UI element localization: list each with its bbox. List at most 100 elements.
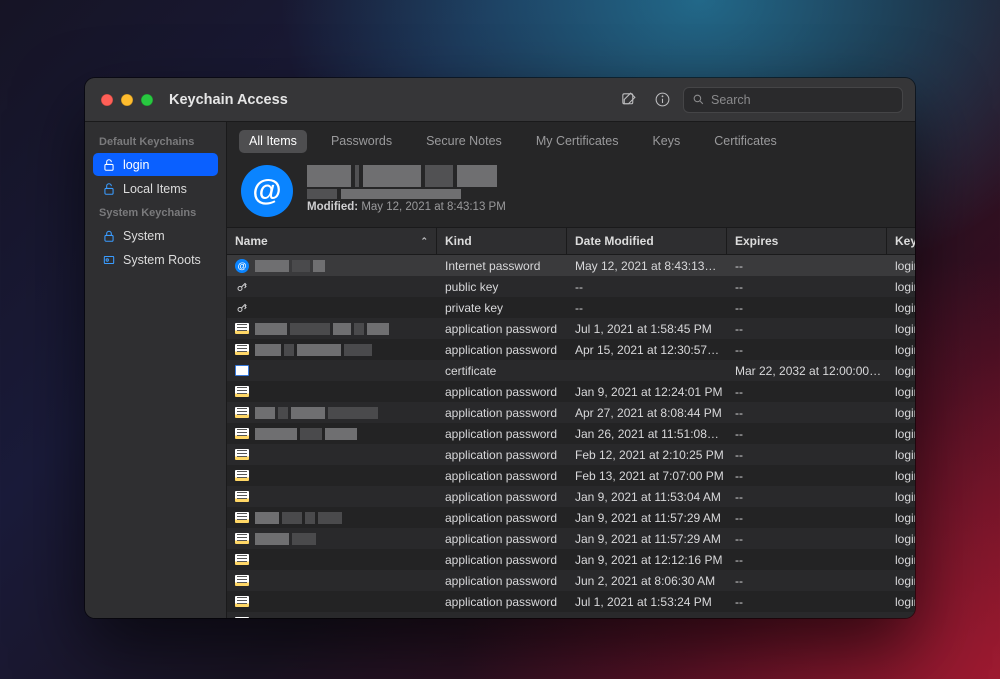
cell-date: Jan 9, 2021 at 11:57:29 AM: [567, 528, 727, 549]
cell-kind: private key: [437, 297, 567, 318]
cell-date: Jan 9, 2021 at 11:53:04 AM: [567, 486, 727, 507]
table-row[interactable]: application passwordJul 1, 2021 at 1:53:…: [227, 612, 915, 618]
cell-kind: application password: [437, 549, 567, 570]
cell-keychain: login: [887, 402, 915, 423]
table-row[interactable]: application passwordFeb 13, 2021 at 7:07…: [227, 465, 915, 486]
sidebar-item-system[interactable]: System: [93, 224, 218, 247]
table-row[interactable]: public key----login: [227, 276, 915, 297]
cell-date: Jan 9, 2021 at 11:57:29 AM: [567, 507, 727, 528]
name-redacted: [255, 260, 325, 272]
column-header-expires[interactable]: Expires: [727, 228, 887, 254]
cell-keychain: login: [887, 465, 915, 486]
table-row[interactable]: application passwordJul 1, 2021 at 1:58:…: [227, 318, 915, 339]
tab-keys[interactable]: Keys: [642, 130, 690, 153]
tab-certificates[interactable]: Certificates: [704, 130, 787, 153]
compose-icon[interactable]: [615, 87, 641, 113]
cell-kind: application password: [437, 318, 567, 339]
sidebar-group-label: Default Keychains: [93, 130, 218, 152]
column-header-kind[interactable]: Kind: [437, 228, 567, 254]
cell-name: [227, 465, 437, 486]
main-content: All Items Passwords Secure Notes My Certifi…: [227, 122, 915, 618]
cell-keychain: login: [887, 360, 915, 381]
certificate-icon: [235, 365, 249, 376]
name-redacted: [255, 428, 357, 440]
minimize-window-button[interactable]: [121, 94, 133, 106]
cell-date: --: [567, 297, 727, 318]
note-icon: [235, 407, 249, 418]
cell-keychain: login: [887, 276, 915, 297]
cell-kind: application password: [437, 381, 567, 402]
cell-expires: --: [727, 591, 887, 612]
sidebar-item-login[interactable]: login: [93, 153, 218, 176]
table-row[interactable]: application passwordJan 9, 2021 at 11:57…: [227, 528, 915, 549]
cell-date: Apr 15, 2021 at 12:30:57…: [567, 339, 727, 360]
cell-date: Feb 12, 2021 at 2:10:25 PM: [567, 444, 727, 465]
column-header-keychain[interactable]: Keychain: [887, 228, 915, 254]
table-row[interactable]: private key----login: [227, 297, 915, 318]
search-input[interactable]: [711, 93, 894, 107]
search-field[interactable]: [683, 87, 903, 113]
cell-name: [227, 402, 437, 423]
cell-name: [227, 381, 437, 402]
note-icon: [235, 533, 249, 544]
cell-keychain: login: [887, 381, 915, 402]
cell-expires: --: [727, 465, 887, 486]
column-header-name[interactable]: Name⌃: [227, 228, 437, 254]
cell-keychain: login: [887, 570, 915, 591]
note-icon: [235, 428, 249, 439]
table-row[interactable]: application passwordApr 27, 2021 at 8:08…: [227, 402, 915, 423]
table-row[interactable]: application passwordJan 9, 2021 at 11:57…: [227, 507, 915, 528]
cell-expires: --: [727, 255, 887, 276]
unlock-icon: [101, 157, 116, 172]
table-header: Name⌃KindDate ModifiedExpiresKeychain: [227, 227, 915, 255]
note-icon: [235, 344, 249, 355]
window-title: Keychain Access: [169, 92, 288, 108]
name-redacted: [255, 407, 378, 419]
sidebar-item-local-items[interactable]: Local Items: [93, 177, 218, 200]
table-row[interactable]: application passwordJan 9, 2021 at 12:12…: [227, 549, 915, 570]
cell-expires: --: [727, 318, 887, 339]
table-row[interactable]: application passwordJan 9, 2021 at 11:53…: [227, 486, 915, 507]
info-icon[interactable]: [649, 87, 675, 113]
table-row[interactable]: application passwordJan 9, 2021 at 12:24…: [227, 381, 915, 402]
tab-my-certificates[interactable]: My Certificates: [526, 130, 629, 153]
cell-expires: --: [727, 423, 887, 444]
table-row[interactable]: application passwordJun 2, 2021 at 8:06:…: [227, 570, 915, 591]
table-row[interactable]: application passwordJul 1, 2021 at 1:53:…: [227, 591, 915, 612]
cell-kind: application password: [437, 339, 567, 360]
cell-keychain: login: [887, 255, 915, 276]
cell-name: [227, 507, 437, 528]
item-modified-line: Modified: May 12, 2021 at 8:43:13 PM: [307, 201, 506, 213]
close-window-button[interactable]: [101, 94, 113, 106]
sidebar: Default KeychainsloginLocal Items System …: [85, 122, 227, 618]
tab-all-items[interactable]: All Items: [239, 130, 307, 153]
unlock-icon: [101, 181, 116, 196]
cell-expires: --: [727, 528, 887, 549]
cell-date: --: [567, 276, 727, 297]
cell-name: [227, 339, 437, 360]
tab-passwords[interactable]: Passwords: [321, 130, 402, 153]
cell-keychain: login: [887, 297, 915, 318]
cell-name: [227, 486, 437, 507]
table-row[interactable]: application passwordFeb 12, 2021 at 2:10…: [227, 444, 915, 465]
cell-name: [227, 276, 437, 297]
table-row[interactable]: @Internet passwordMay 12, 2021 at 8:43:1…: [227, 255, 915, 276]
tab-secure-notes[interactable]: Secure Notes: [416, 130, 512, 153]
cell-expires: --: [727, 486, 887, 507]
cell-name: @: [227, 255, 437, 276]
zoom-window-button[interactable]: [141, 94, 153, 106]
sidebar-item-system-roots[interactable]: System Roots: [93, 248, 218, 271]
name-redacted: [255, 533, 316, 545]
cell-kind: application password: [437, 423, 567, 444]
keychain-access-window: Keychain Access Default KeychainsloginLo…: [85, 78, 915, 618]
modified-label: Modified:: [307, 201, 358, 213]
table-row[interactable]: application passwordJan 26, 2021 at 11:5…: [227, 423, 915, 444]
column-header-date-modified[interactable]: Date Modified: [567, 228, 727, 254]
note-icon: [235, 617, 249, 618]
note-icon: [235, 449, 249, 460]
table-row[interactable]: application passwordApr 15, 2021 at 12:3…: [227, 339, 915, 360]
table-row[interactable]: certificateMar 22, 2032 at 12:00:00…logi…: [227, 360, 915, 381]
window-controls: [101, 94, 153, 106]
cell-expires: --: [727, 612, 887, 618]
cell-expires: --: [727, 444, 887, 465]
